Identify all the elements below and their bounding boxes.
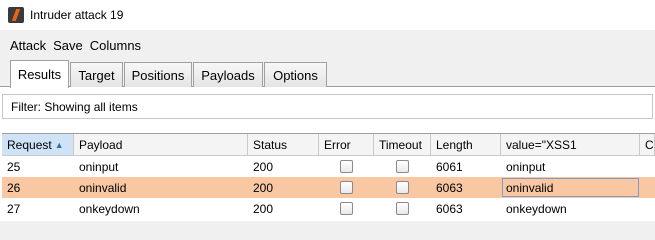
filter-bar[interactable]: Filter: Showing all items [2,94,653,119]
menu-columns[interactable]: Columns [90,38,141,53]
cell-payload: onkeydown [79,201,140,216]
menu-save[interactable]: Save [53,38,83,53]
column-header-status[interactable]: Status [248,134,319,155]
cell-request: 25 [7,159,21,174]
table-row[interactable]: 25 oninput 200 6061 oninput [2,156,655,177]
cell-value: oninvalid [501,177,640,198]
cell-error [319,177,374,198]
column-header-timeout[interactable]: Timeout [374,134,431,155]
window-title: Intruder attack 19 [30,8,124,22]
column-header-error[interactable]: Error [319,134,374,155]
table-header: Request ▲ Payload Status Error Timeout L… [2,134,655,156]
cell-value: onkeydown [506,201,567,216]
cell-length: 6063 [436,201,463,216]
column-label: Request [7,137,52,152]
cell-length: 6063 [436,180,463,195]
column-header-payload[interactable]: Payload [74,134,248,155]
timeout-checkbox[interactable] [396,202,409,215]
tab-target[interactable]: Target [70,62,123,87]
column-header-length[interactable]: Length [431,134,501,155]
cell-value: oninput [506,159,546,174]
results-table: Request ▲ Payload Status Error Timeout L… [2,133,655,221]
cell-request: 26 [7,180,21,195]
cell-error [319,198,374,219]
cell-length: 6061 [436,159,463,174]
menu-attack[interactable]: Attack [10,38,46,53]
cell-timeout [374,198,431,219]
timeout-checkbox[interactable] [396,160,409,173]
tab-positions[interactable]: Positions [124,62,192,87]
tab-payloads[interactable]: Payloads [193,62,263,87]
error-checkbox[interactable] [340,202,353,215]
filter-text: Filter: Showing all items [11,99,138,114]
cell-timeout [374,177,431,198]
cell-status: 200 [253,159,274,174]
title-bar: Intruder attack 19 [0,0,655,30]
cell-request: 27 [7,201,21,216]
cell-payload: oninvalid [79,180,127,195]
menu-bar: Attack Save Columns [0,34,655,56]
error-checkbox[interactable] [340,160,353,173]
cell-payload: oninput [79,159,119,174]
tab-results[interactable]: Results [10,60,69,88]
column-header-request[interactable]: Request ▲ [2,134,74,155]
cell-error [319,156,374,177]
cell-timeout [374,156,431,177]
error-checkbox[interactable] [340,181,353,194]
column-header-c[interactable]: C [640,134,655,155]
results-panel: Filter: Showing all items Request ▲ Payl… [0,87,655,221]
tab-options[interactable]: Options [264,62,327,87]
cell-status: 200 [253,201,274,216]
table-row-selected[interactable]: 26 oninvalid 200 6063 oninvalid [2,177,655,198]
tab-bar: Results Target Positions Payloads Option… [0,60,655,88]
burp-icon [8,7,24,23]
table-row[interactable]: 27 onkeydown 200 6063 onkeydown [2,198,655,219]
cell-status: 200 [253,180,274,195]
column-header-value-xss1[interactable]: value="XSS1 [501,134,640,155]
sort-ascending-icon: ▲ [54,139,64,150]
timeout-checkbox[interactable] [396,181,409,194]
